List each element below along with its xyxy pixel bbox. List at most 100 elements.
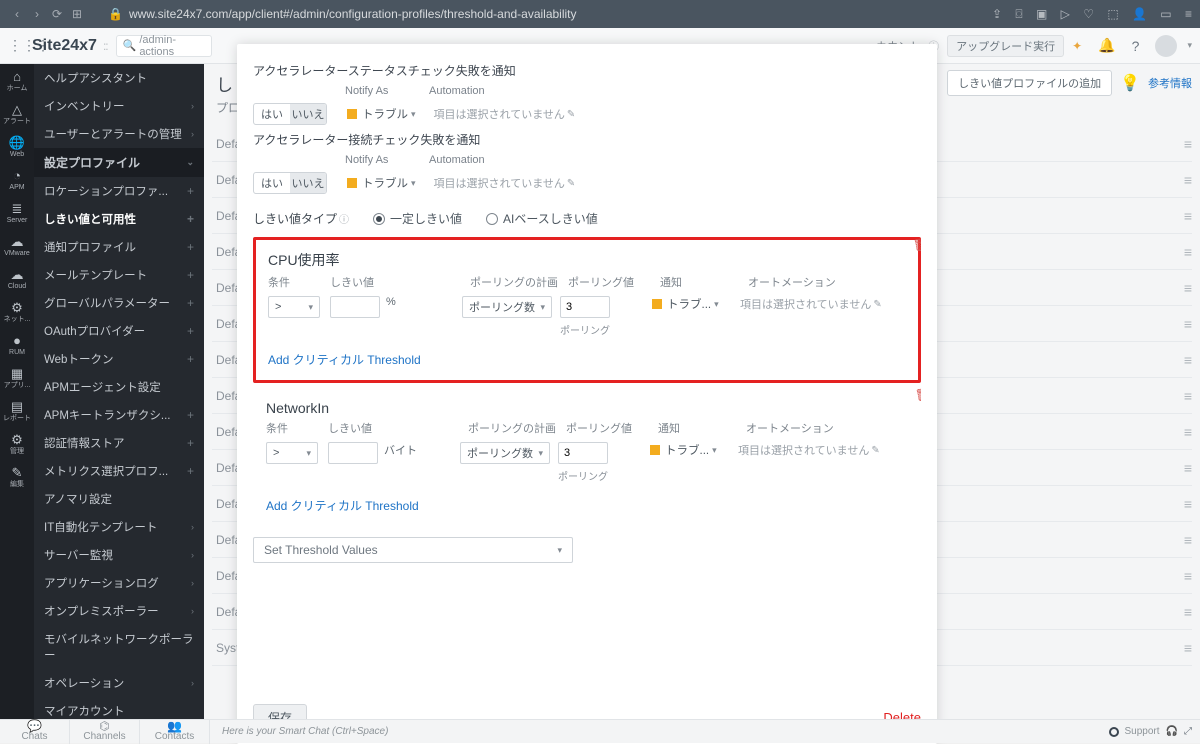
plus-icon[interactable]: + — [187, 464, 194, 478]
sidebar-item[interactable]: メールテンプレート+ — [34, 261, 204, 289]
no-option[interactable]: いいえ — [290, 104, 326, 124]
sidebar-item[interactable]: モバイルネットワークポーラー — [34, 625, 204, 669]
sidebar-item[interactable]: グローバルパラメーター+ — [34, 289, 204, 317]
plus-icon[interactable]: + — [187, 184, 194, 198]
support-button[interactable]: Support 🎧 ⤢ — [1109, 726, 1192, 737]
row-menu-icon[interactable]: ≡ — [1184, 496, 1192, 512]
row-menu-icon[interactable]: ≡ — [1184, 460, 1192, 476]
sparkle-icon[interactable]: ✦ — [1072, 39, 1082, 53]
row-menu-icon[interactable]: ≡ — [1184, 604, 1192, 620]
plan-select[interactable]: ポーリング数▾ — [462, 296, 552, 318]
send-icon[interactable]: ▷ — [1061, 7, 1070, 21]
rail-alert[interactable]: △アラート — [3, 103, 31, 126]
rail-report[interactable]: ▤レポート — [3, 400, 31, 423]
plus-icon[interactable]: + — [187, 296, 194, 310]
plus-icon[interactable]: + — [187, 436, 194, 450]
sidebar-item[interactable]: オペレーション› — [34, 669, 204, 697]
site24x7-logo[interactable]: Site24x7 — [32, 37, 97, 55]
poll-value-input2[interactable] — [558, 442, 608, 464]
row-menu-icon[interactable]: ≡ — [1184, 316, 1192, 332]
cube-icon[interactable]: ⬚ — [1107, 7, 1118, 21]
expand-icon[interactable]: ⤢ — [1184, 726, 1192, 737]
add-critical-link2[interactable]: Add クリティカル Threshold — [266, 497, 419, 514]
info-icon[interactable]: ⓘ — [339, 211, 349, 226]
plus-icon[interactable]: + — [187, 268, 194, 282]
edit-icon2[interactable]: ✎ — [567, 178, 575, 189]
radio-fixed[interactable]: 一定しきい値 — [373, 210, 462, 227]
row-menu-icon[interactable]: ≡ — [1184, 352, 1192, 368]
url-text[interactable]: www.site24x7.com/app/client#/admin/confi… — [129, 7, 982, 21]
plus-icon[interactable]: + — [187, 324, 194, 338]
threshold-input[interactable] — [330, 296, 380, 318]
share-icon[interactable]: ⇪ — [992, 7, 1002, 21]
sidebar-item[interactable]: APMキートランザクシ...+ — [34, 401, 204, 429]
plus-icon[interactable]: + — [187, 408, 194, 422]
notify1-automation-placeholder[interactable]: 項目は選択されていません — [434, 106, 565, 122]
sidebar-item[interactable]: 設定プロファイル⌄ — [34, 148, 204, 177]
tab-contacts[interactable]: 👥Contacts — [140, 719, 210, 744]
row-menu-icon[interactable]: ≡ — [1184, 424, 1192, 440]
plus-icon[interactable]: + — [187, 352, 194, 366]
row-menu-icon[interactable]: ≡ — [1184, 172, 1192, 188]
cond-select[interactable]: >▾ — [268, 296, 320, 318]
upgrade-button[interactable]: アップグレード実行 — [947, 35, 1064, 57]
sidebar-item[interactable]: インベントリー› — [34, 92, 204, 120]
rail-cloud[interactable]: ☁Cloud — [8, 268, 26, 291]
tab-channels[interactable]: ⌬Channels — [70, 719, 140, 744]
sidebar-item[interactable]: IT自動化テンプレート› — [34, 513, 204, 541]
notify1-status[interactable]: トラブル ▾ — [347, 106, 416, 122]
yes-option2[interactable]: はい — [254, 173, 290, 193]
row-menu-icon[interactable]: ≡ — [1184, 640, 1192, 656]
heart-icon[interactable]: ♡ — [1083, 7, 1094, 21]
row-menu-icon[interactable]: ≡ — [1184, 280, 1192, 296]
notify2-automation-placeholder[interactable]: 項目は選択されていません — [434, 175, 565, 191]
plan-select2[interactable]: ポーリング数▾ — [460, 442, 550, 464]
row-menu-icon[interactable]: ≡ — [1184, 208, 1192, 224]
sidebar-item[interactable]: サーバー監視› — [34, 541, 204, 569]
card1-automation[interactable]: 項目は選択されていません✎ — [740, 296, 882, 312]
delete-card-icon2[interactable]: 🗑 — [915, 388, 921, 402]
sidebar-item[interactable]: 通知プロファイル+ — [34, 233, 204, 261]
sidebar-item[interactable]: ヘルプアシスタント — [34, 64, 204, 92]
bell-icon[interactable]: 🔔 — [1098, 37, 1115, 54]
plus-icon[interactable]: + — [187, 212, 194, 226]
headset-icon[interactable]: 🎧 — [1166, 726, 1178, 737]
card2-automation[interactable]: 項目は選択されていません✎ — [738, 442, 880, 458]
sidebar-item[interactable]: Webトークン+ — [34, 345, 204, 373]
notify2-yesno[interactable]: はい いいえ — [253, 172, 327, 194]
yes-option[interactable]: はい — [254, 104, 290, 124]
rail-rum[interactable]: ●RUM — [9, 334, 25, 357]
notify2-status[interactable]: トラブル ▾ — [347, 175, 416, 191]
battery-icon[interactable]: ▭ — [1160, 7, 1171, 21]
info-link[interactable]: 参考情報 — [1148, 75, 1192, 91]
poll-value-input[interactable] — [560, 296, 610, 318]
plus-icon[interactable]: + — [187, 240, 194, 254]
edit-icon[interactable]: ✎ — [567, 109, 575, 120]
cond-select2[interactable]: >▾ — [266, 442, 318, 464]
card2-notify-status[interactable]: トラブ... ▾ — [650, 442, 738, 458]
rail-home[interactable]: ⌂ホーム — [7, 70, 28, 93]
sidebar-item[interactable]: 認証情報ストア+ — [34, 429, 204, 457]
rail-admin[interactable]: ⚙管理 — [10, 433, 24, 456]
row-menu-icon[interactable]: ≡ — [1184, 244, 1192, 260]
delete-card-icon[interactable]: 🗑 — [913, 238, 921, 252]
no-option2[interactable]: いいえ — [290, 173, 326, 193]
sidebar-item[interactable]: ユーザーとアラートの管理› — [34, 120, 204, 148]
avatar[interactable] — [1155, 35, 1177, 57]
tab-chats[interactable]: 💬Chats — [0, 719, 70, 744]
row-menu-icon[interactable]: ≡ — [1184, 388, 1192, 404]
sidebar-item[interactable]: アプリケーションログ› — [34, 569, 204, 597]
card1-notify-status[interactable]: トラブ... ▾ — [652, 296, 740, 312]
rail-server[interactable]: ≣Server — [7, 202, 28, 225]
threshold-input2[interactable] — [328, 442, 378, 464]
rail-edit[interactable]: ✎編集 — [10, 466, 24, 489]
notify1-yesno[interactable]: はい いいえ — [253, 103, 327, 125]
help-icon[interactable]: ? — [1132, 38, 1140, 54]
sidebar-item[interactable]: OAuthプロバイダー+ — [34, 317, 204, 345]
add-profile-button[interactable]: しきい値プロファイルの追加 — [947, 70, 1112, 96]
camera-icon[interactable]: ⌼ — [1015, 7, 1022, 21]
rail-vmware[interactable]: ☁VMware — [4, 235, 30, 258]
sidebar-item[interactable]: メトリクス選択プロフ...+ — [34, 457, 204, 485]
row-menu-icon[interactable]: ≡ — [1184, 532, 1192, 548]
set-threshold-select[interactable]: Set Threshold Values▾ — [253, 537, 573, 563]
